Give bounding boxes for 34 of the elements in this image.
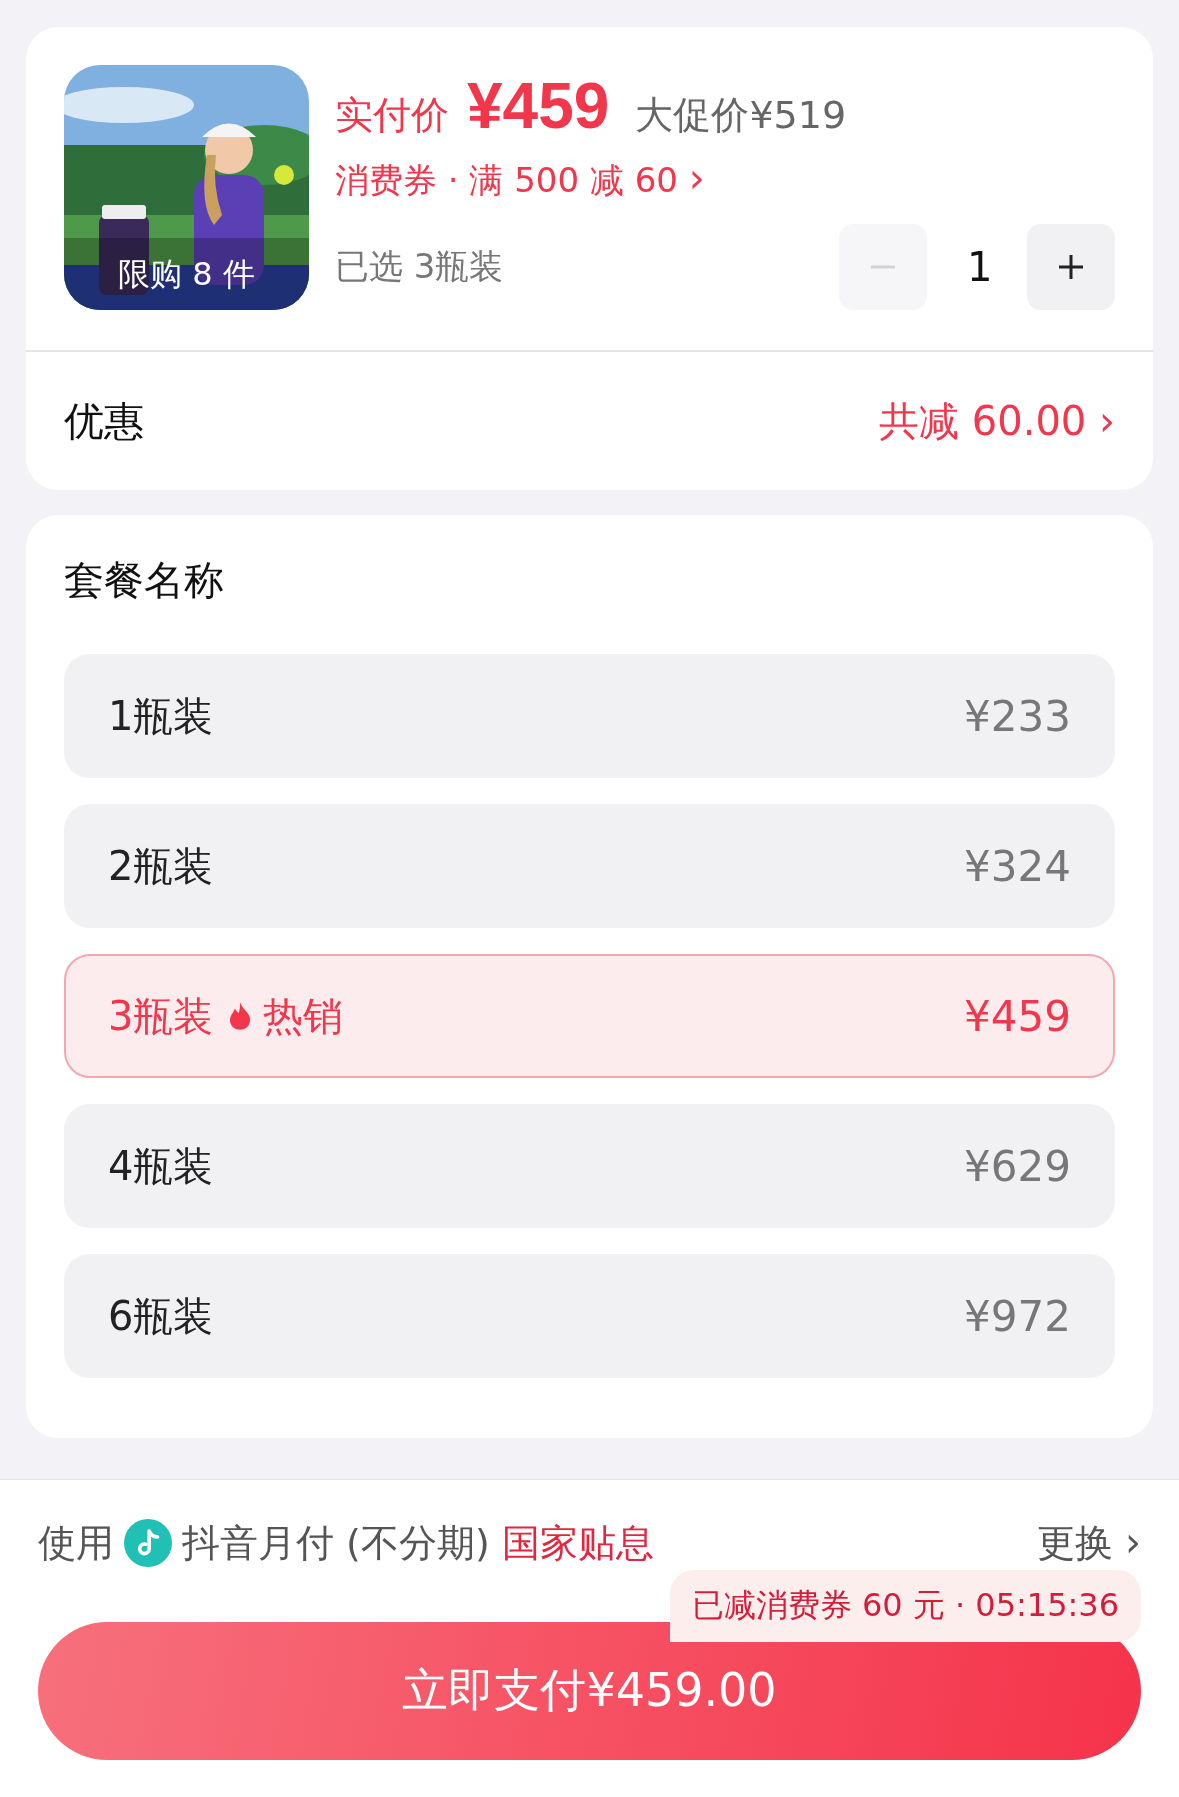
discount-link[interactable]: 共减 60.00 › [879, 393, 1115, 449]
coupon-link[interactable]: 消费券 · 满 500 减 60 › [335, 155, 1115, 204]
discount-label: 优惠 [64, 396, 144, 446]
price: ¥459 [467, 69, 610, 143]
option-price: ¥324 [964, 841, 1071, 891]
package-option[interactable]: 4瓶装 ¥629 [64, 1104, 1115, 1228]
promo-price: 大促价¥519 [635, 92, 847, 139]
section-title: 套餐名称 [64, 556, 225, 605]
option-price: ¥233 [964, 691, 1071, 741]
price-label: 实付价 [335, 92, 449, 139]
music-note-icon [124, 1519, 172, 1567]
package-option[interactable]: 6瓶装 ¥972 [64, 1254, 1115, 1378]
coupon-notice-badge: 已减消费券 60 元 · 05:15:36 [669, 1570, 1141, 1642]
option-name: 3瓶装 [108, 991, 214, 1041]
payment-method: 抖音月付 (不分期) [182, 1519, 490, 1567]
option-price: ¥629 [964, 1141, 1071, 1191]
option-price: ¥459 [964, 991, 1071, 1041]
package-option[interactable]: 1瓶装 ¥233 [64, 654, 1115, 778]
purchase-limit-badge: 限购 8 件 [64, 238, 309, 310]
payment-prefix: 使用 [38, 1519, 114, 1567]
option-price: ¥972 [964, 1291, 1071, 1341]
option-name: 1瓶装 [108, 691, 214, 741]
plus-icon [1056, 252, 1086, 282]
option-name: 6瓶装 [108, 1291, 214, 1341]
subsidy-label: 国家贴息 [501, 1519, 654, 1567]
option-name: 4瓶装 [108, 1141, 214, 1191]
option-name: 2瓶装 [108, 841, 214, 891]
change-link[interactable]: 更换 › [1036, 1517, 1141, 1569]
minus-icon [868, 264, 898, 270]
package-option[interactable]: 2瓶装 ¥324 [64, 804, 1115, 928]
selected-option-text: 已选 3瓶装 [335, 245, 504, 288]
option-tag: 热销 [263, 988, 344, 1044]
quantity-value: 1 [967, 244, 987, 290]
increase-button[interactable] [1027, 224, 1115, 310]
